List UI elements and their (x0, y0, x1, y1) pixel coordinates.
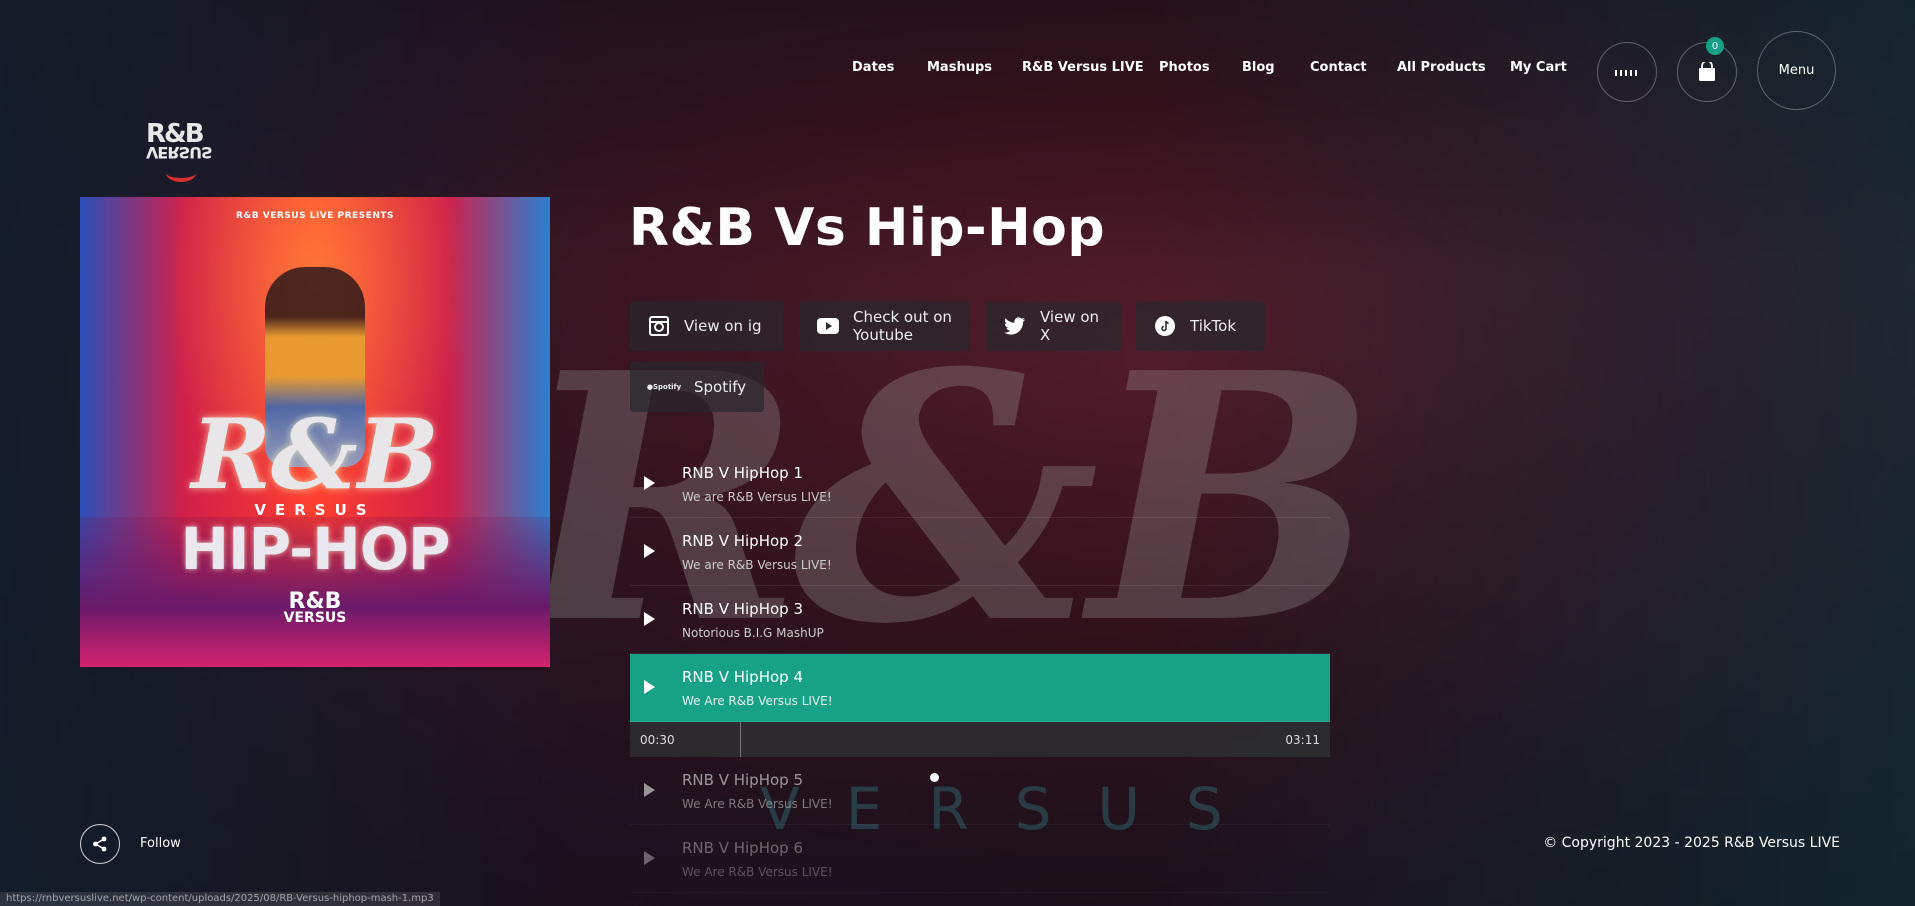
nav-link-rnb-versus-live[interactable]: R&B Versus LIVE (1022, 60, 1144, 75)
track-title: RNB V HipHop 1 (682, 464, 803, 482)
spotify-icon: ● Spotify (646, 383, 682, 391)
browser-status-url: https://rnbversuslive.net/wp-content/upl… (0, 892, 440, 906)
social-label: TikTok (1190, 317, 1237, 335)
scroll-indicator-dot (930, 773, 939, 782)
play-icon[interactable] (644, 476, 655, 490)
menu-button[interactable]: Menu (1757, 31, 1836, 110)
cart-button[interactable]: 0 (1677, 37, 1737, 102)
nav-link-all-products[interactable]: All Products (1397, 60, 1486, 75)
album-cover: R&B VERSUS LIVE PRESENTS R&B VERSUS HIP-… (80, 197, 550, 667)
progress-bar[interactable]: 00:30 03:11 (630, 722, 1330, 757)
track-title: RNB V HipHop 6 (682, 839, 803, 857)
track-item-active[interactable]: RNB V HipHop 4 We Are R&B Versus LIVE! (630, 654, 1330, 722)
social-label: Check out on Youtube (853, 308, 952, 344)
album-presents-text: R&B VERSUS LIVE PRESENTS (235, 211, 394, 221)
social-label: Spotify (694, 378, 747, 396)
nav-link-blog[interactable]: Blog (1242, 60, 1275, 75)
track-subtitle: We Are R&B Versus LIVE! (682, 865, 833, 879)
nav-link-photos[interactable]: Photos (1159, 60, 1210, 75)
shopping-bag-icon (1699, 62, 1715, 81)
copyright-text: © Copyright 2023 - 2025 R&B Versus LIVE (1543, 835, 1840, 851)
play-icon[interactable] (644, 612, 655, 626)
social-label: View on X (1040, 308, 1100, 344)
track-subtitle: Notorious B.I.G MashUP (682, 626, 824, 640)
follow-label[interactable]: Follow (140, 836, 181, 851)
social-button-youtube[interactable]: Check out on Youtube (799, 301, 970, 351)
total-time: 03:11 (1285, 733, 1320, 747)
site-logo[interactable]: R&B VERSUS (146, 121, 218, 182)
social-label: View on ig (684, 317, 762, 335)
twitter-icon (1004, 315, 1026, 337)
share-button[interactable] (80, 824, 120, 864)
track-title: RNB V HipHop 2 (682, 532, 803, 550)
album-hiphop-text: HIP-HOP (180, 515, 450, 583)
equalizer-icon (1615, 70, 1637, 76)
youtube-icon (817, 315, 839, 337)
social-button-spotify[interactable]: ● Spotify Spotify (630, 362, 764, 412)
page-title: R&B Vs Hip-Hop (629, 198, 1106, 258)
nav-link-contact[interactable]: Contact (1310, 60, 1367, 75)
track-title: RNB V HipHop 5 (682, 771, 803, 789)
track-item[interactable]: RNB V HipHop 5 We Are R&B Versus LIVE! (630, 757, 1330, 825)
track-item[interactable]: RNB V HipHop 1 We are R&B Versus LIVE! (630, 450, 1330, 518)
track-subtitle: We Are R&B Versus LIVE! (682, 694, 833, 708)
track-subtitle: We Are R&B Versus LIVE! (682, 797, 833, 811)
play-icon[interactable] (644, 783, 655, 797)
track-title: RNB V HipHop 4 (682, 668, 803, 686)
album-rb-text: R&B (191, 398, 439, 511)
track-item[interactable]: RNB V HipHop 2 We are R&B Versus LIVE! (630, 518, 1330, 586)
tiktok-icon (1154, 315, 1176, 337)
track-subtitle: We are R&B Versus LIVE! (682, 490, 832, 504)
track-item[interactable]: RNB V HipHop 6 We Are R&B Versus LIVE! (630, 825, 1330, 893)
cart-count-badge: 0 (1706, 37, 1724, 55)
track-subtitle: We are R&B Versus LIVE! (682, 558, 832, 572)
track-item[interactable]: RNB V HipHop 3 Notorious B.I.G MashUP (630, 586, 1330, 654)
track-list: RNB V HipHop 1 We are R&B Versus LIVE! R… (630, 450, 1330, 893)
current-time: 00:30 (640, 733, 675, 747)
share-icon (93, 836, 107, 852)
track-title: RNB V HipHop 3 (682, 600, 803, 618)
play-icon[interactable] (644, 680, 655, 694)
nav-link-dates[interactable]: Dates (852, 60, 894, 75)
menu-label: Menu (1778, 63, 1815, 78)
instagram-icon (648, 315, 670, 337)
social-button-tiktok[interactable]: TikTok (1136, 301, 1265, 351)
play-icon[interactable] (644, 544, 655, 558)
play-icon[interactable] (644, 851, 655, 865)
album-mini-logo: R&B VERSUS (283, 589, 347, 626)
nav-link-mashups[interactable]: Mashups (927, 60, 992, 75)
social-button-x[interactable]: View on X (986, 301, 1121, 351)
audio-visualizer-button[interactable] (1597, 42, 1657, 102)
social-button-instagram[interactable]: View on ig (630, 301, 783, 351)
nav-link-my-cart[interactable]: My Cart (1510, 60, 1567, 75)
